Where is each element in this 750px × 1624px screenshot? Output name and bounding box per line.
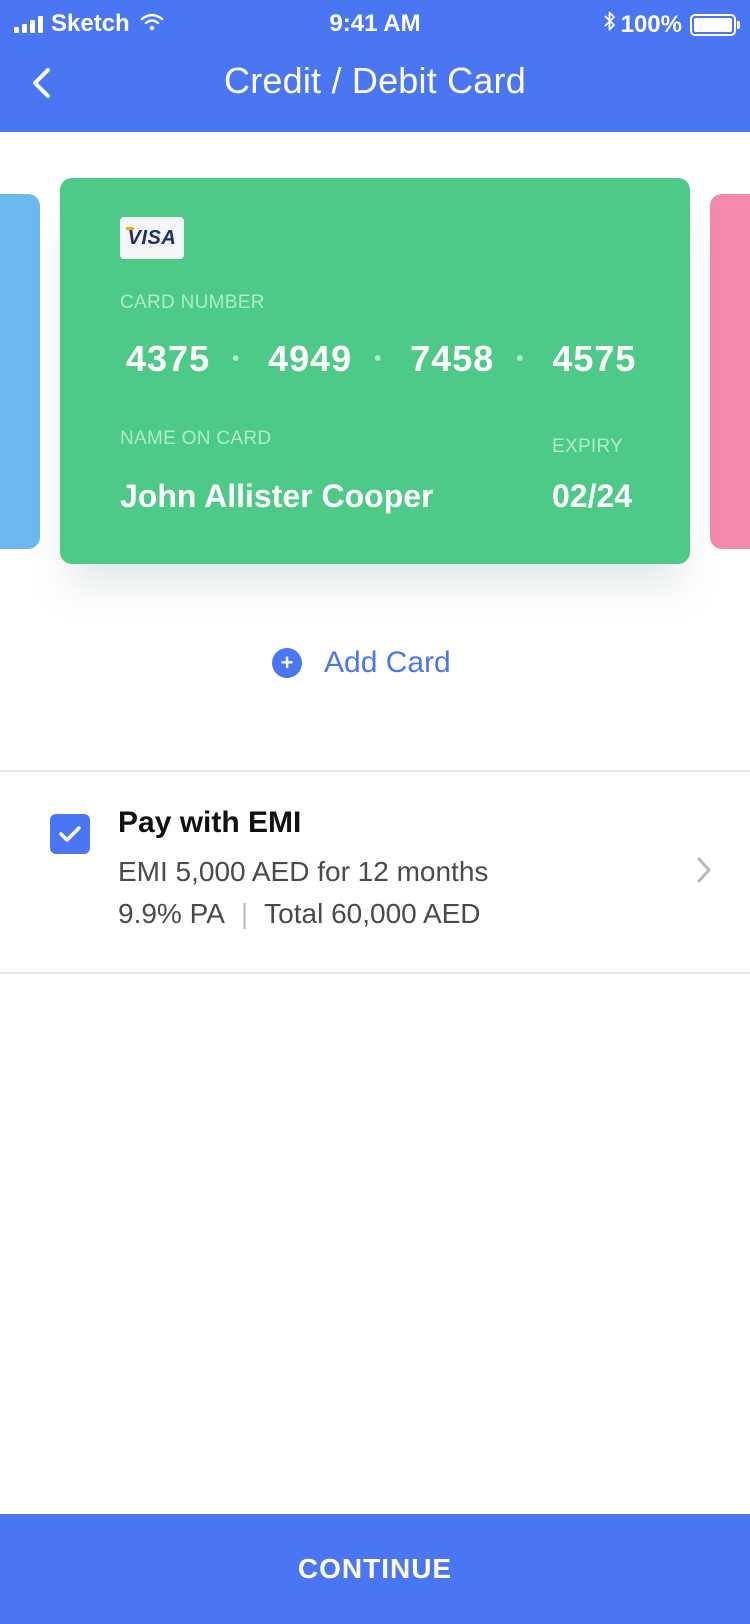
previous-card[interactable] — [0, 194, 40, 549]
bluetooth-icon — [603, 10, 617, 39]
nav-bar: Credit / Debit Card — [0, 58, 750, 108]
selected-card[interactable]: VISA CARD NUMBER 4375 • 4949 • 7458 • 45… — [60, 178, 690, 564]
expiry-date: 02/24 — [552, 478, 633, 514]
status-right: 100% — [603, 10, 740, 39]
separator-dot: • — [374, 347, 383, 370]
emi-option[interactable]: Pay with EMI EMI 5,000 AED for 12 months… — [0, 772, 750, 972]
card-number-group: 4949 — [268, 338, 353, 379]
battery-percent: 100% — [620, 10, 682, 38]
emi-details: 9.9% PA | Total 60,000 AED — [118, 898, 481, 930]
emi-installment: EMI 5,000 AED for 12 months — [118, 856, 489, 887]
next-card[interactable] — [710, 194, 750, 549]
battery-icon — [690, 13, 740, 36]
continue-button[interactable]: CONTINUE — [0, 1514, 750, 1624]
emi-total: Total 60,000 AED — [264, 898, 481, 929]
app-header: Sketch 9:41 AM 100% Credit / Debit Card — [0, 0, 750, 132]
add-card-label: Add Card — [324, 646, 451, 679]
plus-circle-icon: + — [272, 648, 302, 678]
card-number-group: 7458 — [410, 338, 495, 379]
page-title: Credit / Debit Card — [224, 60, 526, 101]
separator-dot: • — [516, 347, 525, 370]
chevron-right-icon — [696, 856, 712, 889]
card-number-group: 4575 — [552, 338, 637, 379]
separator-dot: • — [232, 347, 241, 370]
card-brand: VISA — [127, 226, 177, 249]
card-number-group: 4375 — [126, 338, 211, 379]
cardholder-name: John Allister Cooper — [120, 478, 434, 514]
card-number: 4375 • 4949 • 7458 • 4575 — [126, 338, 636, 380]
expiry-label: EXPIRY — [552, 436, 624, 457]
visa-logo: VISA — [120, 217, 184, 259]
divider — [0, 972, 750, 974]
emi-checkbox[interactable] — [50, 814, 90, 854]
add-card-button[interactable]: + Add Card — [272, 646, 451, 680]
emi-title: Pay with EMI — [118, 806, 302, 839]
checkmark-icon — [59, 826, 81, 842]
emi-rate: 9.9% PA — [118, 898, 225, 929]
emi-separator: | — [240, 898, 249, 929]
card-number-label: CARD NUMBER — [120, 292, 265, 313]
status-bar: Sketch 9:41 AM 100% — [0, 8, 750, 38]
name-label: NAME ON CARD — [120, 428, 272, 449]
